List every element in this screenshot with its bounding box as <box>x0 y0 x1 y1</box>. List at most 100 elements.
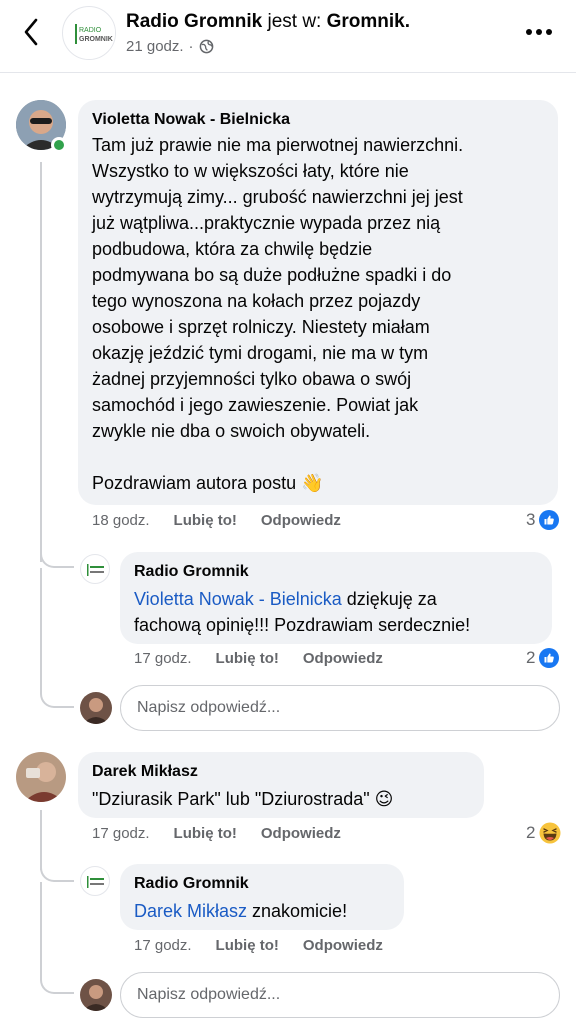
more-dot-icon <box>526 29 532 35</box>
svg-text:RADIO: RADIO <box>79 27 102 34</box>
user-photo <box>16 752 66 802</box>
reply-text: Darek Mikłasz znakomicie! <box>134 898 390 924</box>
location-link[interactable]: Gromnik. <box>327 11 410 32</box>
reply-author[interactable]: Radio Gromnik <box>134 562 538 582</box>
reaction-number: 3 <box>526 510 536 529</box>
waving-hand-icon: 👋 <box>301 473 324 493</box>
reply-bubble: Radio Gromnik Darek Mikłasz znakomicie! <box>120 864 404 930</box>
current-user-avatar <box>80 979 112 1011</box>
user-photo <box>80 979 112 1011</box>
reaction-count[interactable]: 3 <box>526 510 560 530</box>
reaction-count[interactable]: 2 <box>526 822 561 844</box>
mention-link[interactable]: Violetta Nowak - Bielnicka <box>134 589 342 609</box>
post-time: 21 godz. <box>126 38 184 55</box>
like-button[interactable]: Lubię to! <box>174 512 237 529</box>
comment-author[interactable]: Darek Mikłasz <box>92 762 470 782</box>
reply-actions: 17 godz. Lubię to! Odpowiedz <box>134 937 383 954</box>
online-status-icon <box>51 137 67 153</box>
page-avatar[interactable]: RADIO GROMNIK <box>62 6 116 60</box>
post-title: Radio Gromnik jest w: Gromnik. <box>126 11 410 33</box>
like-button[interactable]: Lubię to! <box>174 825 237 842</box>
comment-line: już wątpliwa...praktycznie wypada przez … <box>92 213 441 233</box>
comment-line: zwykle nie dba o swoich obywateli. <box>92 421 371 441</box>
comment-time: 17 godz. <box>92 825 150 842</box>
comment-line: Tam już prawie nie ma pierwotnej nawierz… <box>92 135 464 155</box>
reply-text: Violetta Nowak - Bielnicka dziękuję za f… <box>134 586 538 638</box>
thread-branch <box>40 540 74 568</box>
like-icon <box>539 648 560 668</box>
page-name-link[interactable]: Radio Gromnik <box>126 11 262 32</box>
reply-line-text: dziękuję za <box>341 589 437 609</box>
reaction-count[interactable]: 2 <box>526 648 560 668</box>
back-button[interactable] <box>16 14 46 50</box>
reply-author[interactable]: Radio Gromnik <box>134 874 390 894</box>
current-user-avatar <box>80 692 112 724</box>
comment-author[interactable]: Violetta Nowak - Bielnicka <box>92 110 544 130</box>
reply-time: 17 godz. <box>134 937 192 954</box>
comment-actions: 18 godz. Lubię to! Odpowiedz <box>92 512 341 529</box>
comment-text: Tam już prawie nie ma pierwotnej nawierz… <box>92 132 544 496</box>
reaction-number: 2 <box>526 823 536 842</box>
reply-actions: 17 godz. Lubię to! Odpowiedz <box>134 650 383 667</box>
globe-icon <box>199 39 213 54</box>
avatar-darek[interactable] <box>16 752 66 802</box>
reply-placeholder: Napisz odpowiedź... <box>137 986 281 1003</box>
comment-line: Wszystko to w większości łaty, które nie <box>92 161 409 181</box>
reply-input[interactable]: Napisz odpowiedź... <box>120 972 560 1018</box>
haha-icon <box>539 822 561 844</box>
reply-line: Violetta Nowak - Bielnicka dziękuję za <box>134 586 538 612</box>
reply-line: fachową opinię!!! Pozdrawiam serdecznie! <box>134 615 471 635</box>
meta-separator: · <box>188 38 194 55</box>
reply-button[interactable]: Odpowiedz <box>261 512 341 529</box>
post-header: RADIO GROMNIK Radio Gromnik jest w: Grom… <box>0 0 576 70</box>
reply-button[interactable]: Odpowiedz <box>303 937 383 954</box>
is-at-text: jest w: <box>267 11 322 32</box>
comment-line: podmywana bo są duże podłużne spadki i d… <box>92 265 452 285</box>
reply-placeholder: Napisz odpowiedź... <box>137 699 281 716</box>
reply-bubble: Radio Gromnik Violetta Nowak - Bielnicka… <box>120 552 552 644</box>
comment-line: wytrzymują zimy... grubość nawierzchni j… <box>92 187 463 207</box>
svg-text:GROMNIK: GROMNIK <box>79 36 113 43</box>
thread-branch <box>40 858 74 882</box>
header-divider <box>0 72 576 73</box>
thread-branch <box>40 882 74 994</box>
reply-button[interactable]: Odpowiedz <box>303 650 383 667</box>
radio-gromnik-logo: RADIO GROMNIK <box>64 8 115 59</box>
comment-line: tego wynoszona na kołach przez pojazdy <box>92 291 421 311</box>
post-meta: 21 godz. · <box>126 38 214 55</box>
comment-time: 18 godz. <box>92 512 150 529</box>
comment-line: osobowe i sprzęt rolniczy. Niestety miał… <box>92 317 430 337</box>
avatar-radio-gromnik[interactable] <box>80 866 110 896</box>
chevron-left-icon <box>24 18 38 46</box>
more-dot-icon <box>546 29 552 35</box>
comment-bubble: Darek Mikłasz "Dziurasik Park" lub "Dziu… <box>78 752 484 818</box>
more-options-button[interactable] <box>522 20 556 44</box>
like-icon <box>539 510 560 530</box>
avatar-radio-gromnik[interactable] <box>80 554 110 584</box>
reply-line-text: znakomicie! <box>247 901 348 921</box>
comment-line: podbudowa, która za chwilę będzie <box>92 239 373 259</box>
more-dot-icon <box>536 29 542 35</box>
comment-bubble: Violetta Nowak - Bielnicka Tam już prawi… <box>78 100 558 505</box>
comment-line: "Dziurasik Park" lub "Dziurostrada" <box>92 789 370 809</box>
comment-line: okazję jeździć tymi drogami, nie ma w ty… <box>92 343 429 363</box>
reply-time: 17 godz. <box>134 650 192 667</box>
comment-line: żadnej przyjemności tylko obawa o swój <box>92 369 412 389</box>
reply-button[interactable]: Odpowiedz <box>261 825 341 842</box>
mention-link[interactable]: Darek Mikłasz <box>134 901 247 921</box>
like-button[interactable]: Lubię to! <box>216 650 279 667</box>
closing-text: Pozdrawiam autora postu <box>92 473 297 493</box>
reply-input[interactable]: Napisz odpowiedź... <box>120 685 560 731</box>
user-photo <box>80 692 112 724</box>
comment-text: "Dziurasik Park" lub "Dziurostrada" 😉 <box>92 786 470 812</box>
comment-line: samochód i jego zawieszenie. Powiat jak <box>92 395 419 415</box>
like-button[interactable]: Lubię to! <box>216 937 279 954</box>
winking-face-icon: 😉 <box>374 789 394 809</box>
thread-branch <box>40 568 74 708</box>
comment-actions: 17 godz. Lubię to! Odpowiedz <box>92 825 341 842</box>
reaction-number: 2 <box>526 648 536 667</box>
radio-gromnik-logo <box>87 876 104 888</box>
radio-gromnik-logo <box>87 564 104 576</box>
thread-line <box>40 162 42 562</box>
comment-line: Pozdrawiam autora postu 👋 <box>92 470 544 496</box>
